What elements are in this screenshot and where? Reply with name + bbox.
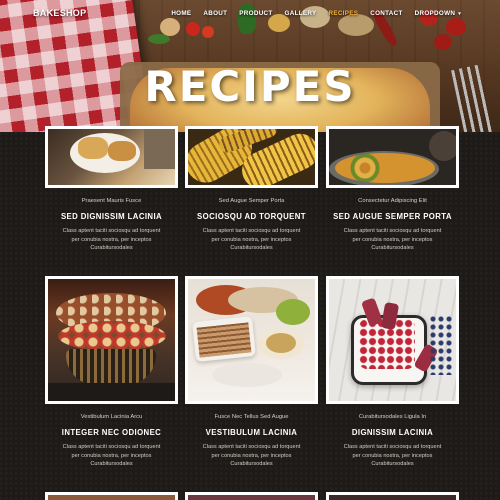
recipe-image-link[interactable] (326, 492, 459, 500)
recipe-photo (188, 279, 315, 401)
recipe-photo (329, 495, 456, 500)
description-line: per conubia nostra, per inceptos (71, 452, 152, 459)
recipe-title[interactable]: DIGNISSIM LACINIA (326, 428, 459, 437)
recipe-image-link[interactable] (326, 276, 459, 404)
description-line: Class aptent taciti sociosqu ad torquent (343, 444, 442, 450)
recipe-description: Class aptent taciti sociosqu ad torquent… (185, 443, 318, 469)
description-line: Curabitursodales (371, 461, 414, 467)
description-line: Curabitursodales (90, 461, 133, 467)
recipe-description: Class aptent taciti sociosqu ad torquent… (45, 443, 178, 469)
recipe-photo (329, 279, 456, 401)
recipe-image-link[interactable] (45, 276, 178, 404)
recipe-card: Fusce Nec Tellus Sed Augue VESTIBULUM LA… (185, 0, 318, 500)
description-line: Class aptent taciti sociosqu ad torquent (62, 444, 161, 450)
recipe-description: Class aptent taciti sociosqu ad torquent… (326, 443, 459, 469)
recipe-card: Curabitursodales Ligula In DIGNISSIM LAC… (326, 0, 459, 500)
recipe-image-link[interactable] (185, 276, 318, 404)
recipe-image-link[interactable] (185, 492, 318, 500)
recipe-card: Vestibulum Lacinia Arcu INTEGER NEC ODIO… (45, 0, 178, 500)
recipe-title[interactable]: INTEGER NEC ODIONEC (45, 428, 178, 437)
recipe-image-link[interactable] (45, 492, 178, 500)
description-line: per conubia nostra, per inceptos (211, 452, 292, 459)
recipe-category: Curabitursodales Ligula In (358, 414, 427, 420)
recipe-title[interactable]: VESTIBULUM LACINIA (185, 428, 318, 437)
recipe-photo (48, 279, 175, 401)
description-line: per conubia nostra, per inceptos (352, 452, 433, 459)
recipe-photo (48, 495, 175, 500)
recipe-category: Fusce Nec Tellus Sed Augue (214, 414, 289, 420)
description-line: Class aptent taciti sociosqu ad torquent (202, 444, 301, 450)
recipe-category: Vestibulum Lacinia Arcu (80, 414, 143, 420)
description-line: Curabitursodales (230, 461, 273, 467)
recipe-photo (188, 495, 315, 500)
